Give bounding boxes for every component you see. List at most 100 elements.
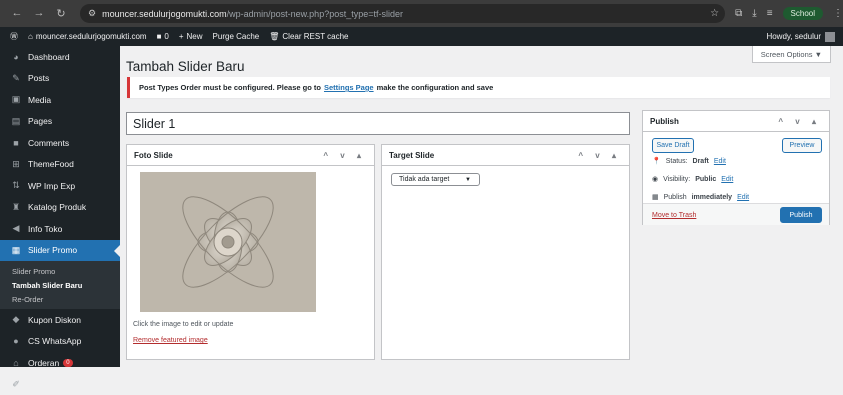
publish-box: Publish^ v ▴ Save Draft Preview 📍Status:… <box>642 110 830 225</box>
sidebar-item-wp-imp-exp[interactable]: ⇅WP Imp Exp <box>0 175 120 197</box>
address-bar[interactable]: ⚙ mouncer.sedulurjogomukti.com/wp-admin/… <box>80 4 725 23</box>
notice-error: Post Types Order must be configured. Ple… <box>127 77 830 98</box>
calendar-icon: ▦ <box>652 193 659 201</box>
sidebar-item-orderan[interactable]: ⌂Orderan0 <box>0 352 120 374</box>
new-link[interactable]: +New <box>179 32 203 41</box>
visibility-edit-link[interactable]: Edit <box>721 176 733 183</box>
status-row: 📍Status:DraftEdit <box>652 157 726 165</box>
chevron-down-icon: ▼ <box>465 177 471 183</box>
sidebar-item-kupon[interactable]: ◆Kupon Diskon <box>0 309 120 331</box>
sidebar-label: Slider Promo <box>28 245 77 255</box>
sidebar-label: Katalog Produk <box>28 202 86 212</box>
slider-icon: ▦ <box>10 245 22 256</box>
remove-featured-image-link[interactable]: Remove featured image <box>133 337 208 344</box>
publish-label: Publish <box>664 194 687 201</box>
submenu-re-order[interactable]: Re-Order <box>0 292 120 306</box>
sidebar-item-themefood[interactable]: ⊞ThemeFood <box>0 154 120 176</box>
sidebar-item-posts[interactable]: ✎Posts <box>0 68 120 90</box>
save-draft-button[interactable]: Save Draft <box>652 138 694 153</box>
site-info-icon[interactable]: ⚙ <box>88 8 96 19</box>
profile-button[interactable]: School <box>783 7 823 20</box>
main-content: Screen Options ▼ Tambah Slider Baru Post… <box>120 46 843 367</box>
page-title: Tambah Slider Baru <box>126 59 245 74</box>
slider-submenu: Slider Promo Tambah Slider Baru Re-Order <box>0 261 120 309</box>
sidebar-item-appearance[interactable]: ✐Appearance <box>0 374 120 395</box>
sidebar-item-comments[interactable]: ■Comments <box>0 132 120 154</box>
sidebar-item-katalog[interactable]: ♜ Katalog Produk <box>0 197 120 219</box>
clear-rest-label: Clear REST cache <box>282 32 348 41</box>
extensions-icon[interactable]: ⧉ <box>735 8 742 19</box>
media-icon[interactable]: ≡ <box>767 8 773 19</box>
sidebar-label: CS WhatsApp <box>28 336 81 346</box>
target-slide-box: Target Slide^ v ▴ Tidak ada target ▼ <box>381 144 630 360</box>
trash-icon: 🗑 <box>269 32 279 41</box>
sidebar-label: Orderan <box>28 358 59 368</box>
post-title-input[interactable]: Slider 1 <box>126 112 630 135</box>
visibility-row: ◉ Visibility: Public Edit <box>652 175 733 183</box>
account-menu[interactable]: Howdy, sedulur <box>766 32 835 42</box>
featured-image[interactable] <box>140 172 316 312</box>
box-title: Foto Slide <box>134 151 173 160</box>
menu-icon[interactable]: ⋮ <box>833 8 843 19</box>
download-icon[interactable]: ⤓ <box>752 8 756 19</box>
sidebar-item-dashboard[interactable]: ◕Dashboard <box>0 46 120 68</box>
status-value: Draft <box>693 158 709 165</box>
sidebar-item-pages[interactable]: ▤Pages <box>0 111 120 133</box>
comments-link[interactable]: ■0 <box>157 32 169 41</box>
sidebar-item-slider-promo[interactable]: ▦ Slider Promo <box>0 240 120 262</box>
howdy-text: Howdy, sedulur <box>766 32 821 41</box>
store-icon: ⌂ <box>10 358 22 368</box>
preview-button[interactable]: Preview <box>782 138 822 153</box>
box-arrows-icon[interactable]: ^ v ▴ <box>323 151 366 160</box>
admin-sidebar: ◕Dashboard ✎Posts ▣ Media ▤Pages ■Comment… <box>0 46 120 367</box>
box-arrows-icon[interactable]: ^ v ▴ <box>778 117 821 126</box>
transfer-icon: ⇅ <box>10 180 22 191</box>
catalog-icon: ♜ <box>10 202 22 213</box>
sidebar-label: Media <box>28 95 51 105</box>
comment-icon: ■ <box>10 138 22 148</box>
carved-flower-image <box>140 172 316 312</box>
sidebar-item-info-toko[interactable]: ◀Info Toko <box>0 218 120 240</box>
submenu-slider-promo[interactable]: Slider Promo <box>0 264 120 278</box>
settings-page-link[interactable]: Settings Page <box>324 83 374 92</box>
screen-options-button[interactable]: Screen Options ▼ <box>752 46 831 63</box>
notice-text-end: make the configuration and save <box>377 83 494 92</box>
schedule-edit-link[interactable]: Edit <box>737 194 749 201</box>
box-arrows-icon[interactable]: ^ v ▴ <box>578 151 621 160</box>
new-label: New <box>187 32 203 41</box>
foto-slide-header: Foto Slide ^ v ▴ <box>127 145 374 166</box>
url-host: mouncer.sedulurjogomukti.com <box>102 9 227 19</box>
submenu-tambah-slider[interactable]: Tambah Slider Baru <box>0 278 120 292</box>
target-slide-header: Target Slide^ v ▴ <box>382 145 629 166</box>
browser-tools: ⧉ ⤓ ≡ School ⋮ <box>735 7 843 20</box>
comment-count: 0 <box>164 32 168 41</box>
bookmark-star-icon[interactable]: ☆ <box>710 8 719 19</box>
reload-icon[interactable]: ↻ <box>50 7 72 20</box>
media-icon: ▣ <box>10 94 22 105</box>
status-edit-link[interactable]: Edit <box>714 158 726 165</box>
clear-rest-link[interactable]: 🗑Clear REST cache <box>269 32 348 41</box>
publish-footer: Move to Trash Publish <box>643 203 829 225</box>
grid-icon: ⊞ <box>10 159 22 170</box>
visibility-label: Visibility: <box>663 176 690 183</box>
publish-header: Publish^ v ▴ <box>643 111 829 132</box>
home-icon: ⌂ <box>28 32 33 41</box>
eye-icon: ◉ <box>652 175 658 183</box>
visibility-value: Public <box>695 176 716 183</box>
featured-image-hint: Click the image to edit or update <box>133 321 233 328</box>
target-select-value: Tidak ada target <box>399 176 449 183</box>
browser-chrome: ← → ↻ ⚙ mouncer.sedulurjogomukti.com/wp-… <box>0 0 843 27</box>
publish-button[interactable]: Publish <box>780 207 822 223</box>
forward-icon[interactable]: → <box>28 7 50 20</box>
url-path: /wp-admin/post-new.php?post_type=tf-slid… <box>227 9 403 19</box>
wp-logo-icon[interactable]: Ⓦ <box>10 31 18 42</box>
purge-cache-link[interactable]: Purge Cache <box>213 32 260 41</box>
move-to-trash-link[interactable]: Move to Trash <box>652 212 696 219</box>
back-icon[interactable]: ← <box>6 7 28 20</box>
site-name: mouncer.sedulurjogomukti.com <box>36 32 147 41</box>
browser-nav: ← → ↻ <box>6 7 72 20</box>
sidebar-item-cs-whatsapp[interactable]: ●CS WhatsApp <box>0 331 120 353</box>
site-name-link[interactable]: ⌂mouncer.sedulurjogomukti.com <box>28 32 147 41</box>
target-select[interactable]: Tidak ada target ▼ <box>391 173 480 186</box>
sidebar-item-media[interactable]: ▣ Media <box>0 89 120 111</box>
